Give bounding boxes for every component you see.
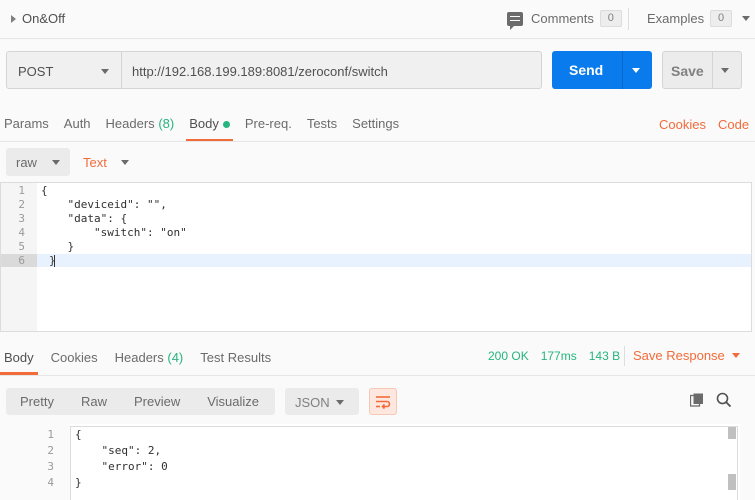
format-value: JSON	[295, 395, 330, 410]
tab-body[interactable]: Body	[186, 112, 233, 142]
method-value: POST	[18, 64, 54, 79]
code-line: }	[41, 240, 75, 253]
wrap-lines-icon	[376, 396, 391, 410]
divider	[628, 8, 629, 30]
method-select[interactable]: POST	[6, 51, 122, 89]
tab-headers-label: Headers	[105, 116, 155, 131]
comment-icon	[507, 11, 523, 30]
response-view-toggle: Pretty Raw Preview Visualize	[6, 388, 275, 415]
url-value: http://192.168.199.189:8081/zeroconf/swi…	[132, 64, 388, 79]
request-side-links: Cookies Code	[659, 117, 749, 132]
tab-auth[interactable]: Auth	[64, 112, 91, 142]
view-raw[interactable]: Raw	[67, 388, 120, 415]
save-response-button[interactable]: Save Response	[633, 348, 740, 363]
content-type-select[interactable]: Text	[83, 155, 107, 170]
url-input[interactable]: http://192.168.199.189:8081/zeroconf/swi…	[121, 51, 542, 89]
copy-icon[interactable]	[690, 393, 704, 407]
response-tab-body[interactable]: Body	[0, 350, 38, 375]
line-number: 4	[18, 226, 25, 239]
send-options-chevron-icon[interactable]	[632, 68, 640, 73]
line-number: 6	[18, 254, 25, 267]
wrap-lines-button[interactable]	[369, 388, 397, 415]
code-link[interactable]: Code	[718, 117, 749, 132]
response-status-bar: 200 OK 177ms 143 B	[488, 349, 620, 363]
scrollbar-thumb[interactable]	[728, 474, 736, 490]
tab-headers[interactable]: Headers (8)	[106, 112, 175, 142]
view-preview[interactable]: Preview	[120, 388, 193, 415]
save-options-chevron-icon[interactable]	[721, 68, 729, 73]
code-line: }	[75, 476, 82, 489]
response-tabs: Body Cookies Headers (4) Test Results	[0, 350, 288, 375]
line-number: 4	[47, 476, 54, 489]
view-visualize[interactable]: Visualize	[193, 388, 272, 415]
status-code[interactable]: 200 OK	[488, 349, 529, 363]
examples-label: Examples	[647, 11, 705, 26]
body-indicator-dot	[222, 121, 230, 129]
response-tab-headers[interactable]: Headers (4)	[115, 350, 184, 374]
scrollbar-thumb[interactable]	[728, 427, 736, 439]
line-number: 2	[18, 198, 25, 211]
comments-count-badge: 0	[599, 10, 622, 27]
save-response-label: Save Response	[633, 348, 725, 363]
save-button[interactable]: Save	[662, 51, 742, 89]
view-pretty[interactable]: Pretty	[6, 388, 67, 415]
chevron-down-icon[interactable]	[121, 160, 129, 165]
line-number: 2	[47, 444, 54, 457]
code-line: "switch": "on"	[41, 226, 187, 239]
code-line: "error": 0	[75, 460, 168, 473]
code-line: "seq": 2,	[75, 444, 162, 457]
examples-count-badge: 0	[710, 10, 733, 27]
response-tab-headers-count: (4)	[167, 350, 184, 365]
code-line: {	[41, 184, 48, 197]
comments-label: Comments	[531, 11, 594, 26]
divider	[0, 375, 755, 376]
tab-params[interactable]: Params	[4, 112, 49, 142]
request-tabs: Params Auth Headers (8) Body Pre-req. Te…	[4, 112, 414, 142]
tab-headers-count: (8)	[158, 116, 175, 131]
chevron-down-icon	[52, 160, 60, 165]
code-line: {	[75, 428, 82, 441]
cookies-link[interactable]: Cookies	[659, 117, 706, 132]
chevron-down-icon	[101, 69, 109, 74]
divider	[624, 346, 625, 366]
text-cursor	[54, 255, 55, 267]
send-label: Send	[569, 62, 604, 78]
response-tab-cookies[interactable]: Cookies	[51, 350, 98, 374]
response-tab-tests[interactable]: Test Results	[200, 350, 271, 374]
tab-settings[interactable]: Settings	[352, 112, 399, 142]
caret-right-icon[interactable]	[11, 15, 16, 23]
examples-dropdown[interactable]: Examples 0	[647, 10, 751, 27]
body-mode-select[interactable]: raw	[6, 148, 70, 176]
line-number: 5	[18, 240, 25, 253]
tab-body-label: Body	[189, 116, 219, 131]
line-number: 1	[47, 428, 54, 441]
request-header-bar	[0, 0, 755, 39]
active-line-highlight	[1, 254, 751, 267]
comments-button[interactable]: Comments 0	[507, 10, 622, 30]
save-label: Save	[671, 63, 704, 79]
code-line: "data": {	[41, 212, 128, 225]
chevron-down-icon	[336, 400, 344, 405]
chevron-down-icon	[731, 353, 740, 358]
line-number: 1	[18, 184, 25, 197]
response-tab-headers-label: Headers	[114, 350, 164, 365]
tab-tests[interactable]: Tests	[307, 112, 337, 142]
line-number: 3	[47, 460, 54, 473]
request-body-editor[interactable]: 1 2 3 4 5 6 { "deviceid": "", "data": { …	[0, 182, 752, 332]
line-number: 3	[18, 212, 25, 225]
chevron-down-icon	[742, 16, 751, 21]
format-select[interactable]: JSON	[285, 388, 359, 415]
body-mode-value: raw	[16, 155, 37, 170]
tab-prereq[interactable]: Pre-req.	[245, 112, 292, 142]
divider	[0, 141, 755, 142]
send-button[interactable]: Send	[552, 51, 652, 89]
response-size[interactable]: 143 B	[589, 349, 620, 363]
search-icon[interactable]	[716, 392, 732, 408]
response-body-viewer[interactable]: 1 2 3 4 { "seq": 2, "error": 0 }	[0, 424, 740, 500]
response-time[interactable]: 177ms	[541, 349, 577, 363]
code-line: "deviceid": "",	[41, 198, 167, 211]
request-title[interactable]: On&Off	[22, 11, 65, 26]
